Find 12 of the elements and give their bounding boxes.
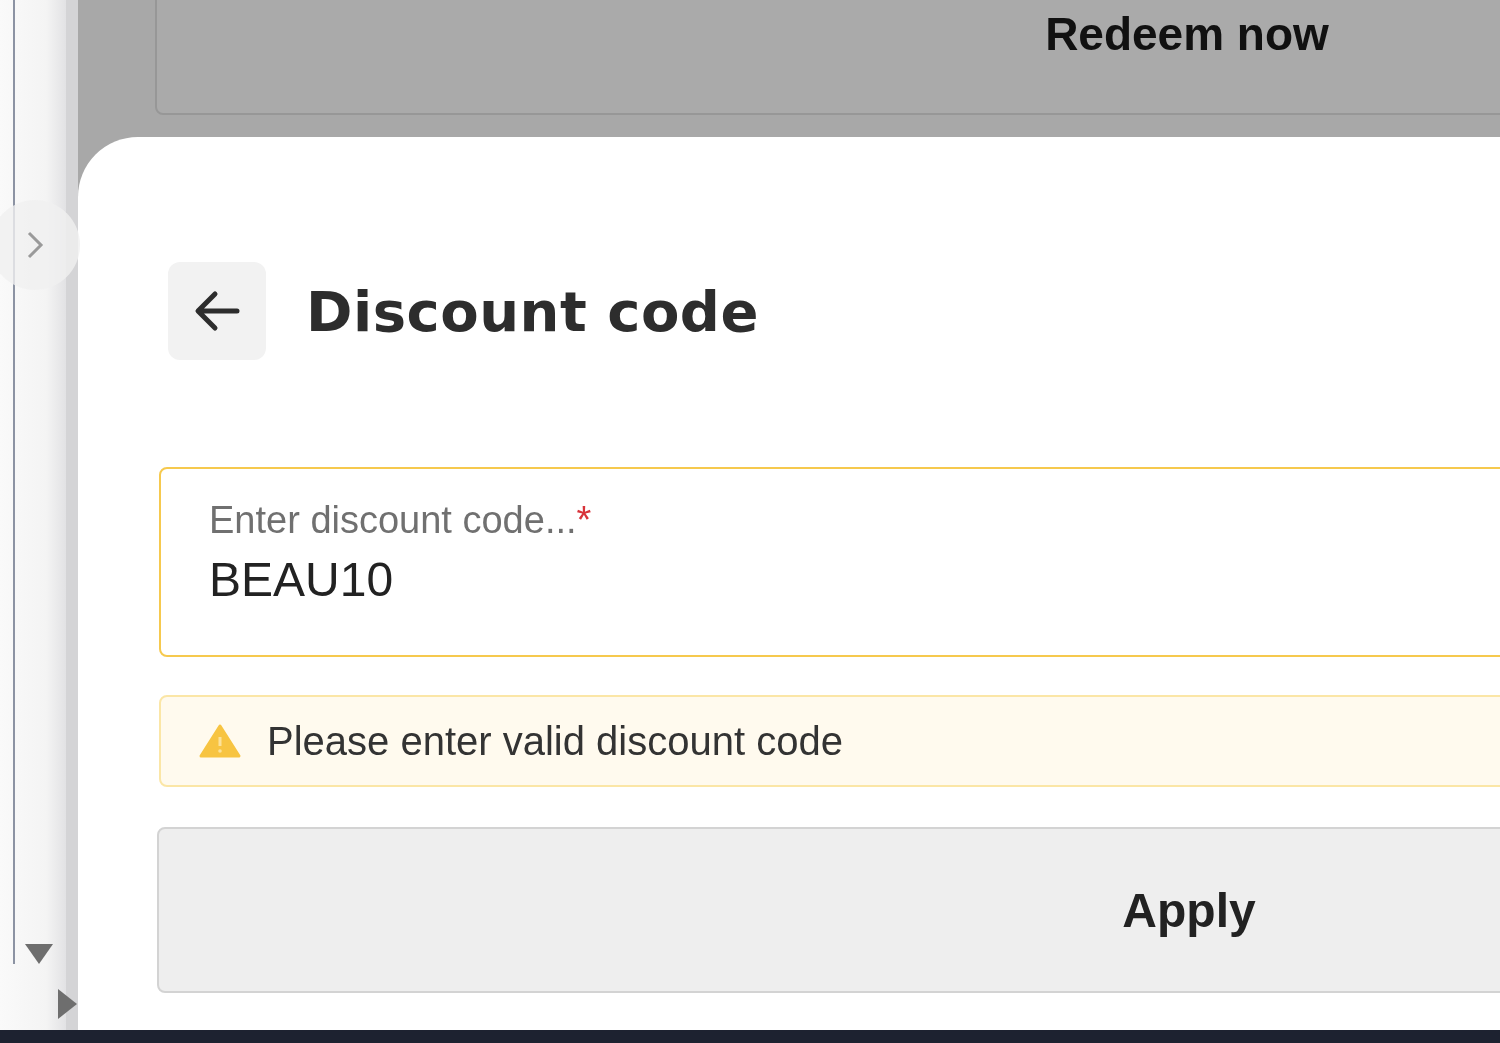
back-arrow-icon	[193, 290, 241, 332]
scroll-right-arrow-icon[interactable]	[56, 988, 78, 1020]
chevron-right-icon	[26, 230, 44, 260]
error-message: Please enter valid discount code	[267, 718, 843, 764]
code-input[interactable]: BEAU10	[209, 552, 1500, 607]
warning-icon	[199, 724, 241, 758]
sheet-title: Discount code	[306, 278, 759, 344]
apply-button[interactable]: Apply	[157, 827, 1500, 993]
redeem-now-button[interactable]: Redeem now	[155, 0, 1500, 115]
back-button[interactable]	[168, 262, 266, 360]
scroll-down-arrow-icon[interactable]	[24, 942, 54, 966]
discount-code-field[interactable]: Enter discount code...* BEAU10	[159, 467, 1500, 657]
